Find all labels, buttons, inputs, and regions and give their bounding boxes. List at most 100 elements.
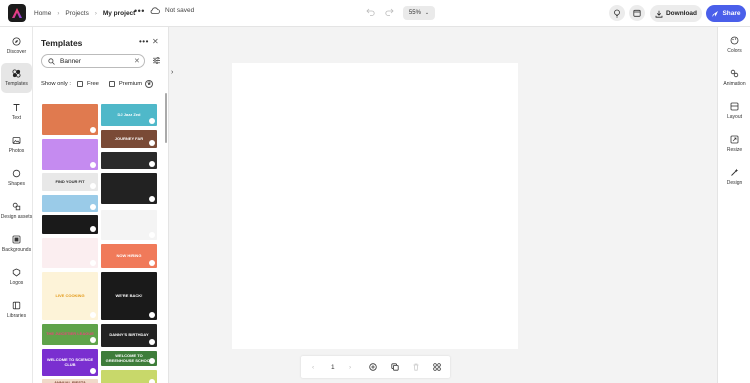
cloud-icon (150, 7, 160, 14)
rail-item-photos[interactable]: Photos (0, 130, 33, 160)
template-thumbnail[interactable] (101, 152, 157, 169)
templates-grid: DJ Jazz Zed JOURNEY FAR FIND YOUR FIT NO… (41, 104, 157, 383)
panel-title: Templates (41, 38, 83, 48)
premium-crown-icon (149, 339, 155, 345)
template-thumbnail[interactable] (101, 210, 157, 240)
premium-crown-icon (149, 358, 155, 364)
resize-icon (730, 135, 739, 144)
more-options-icon[interactable]: ••• (134, 7, 145, 16)
add-page-icon[interactable] (369, 363, 377, 371)
filter-free[interactable]: Free (76, 81, 99, 87)
rail-item-backgrounds[interactable]: Backgrounds (0, 229, 33, 259)
template-thumbnail[interactable] (101, 370, 157, 383)
rail-item-discover[interactable]: Discover (0, 31, 33, 61)
rail-item-templates[interactable]: Templates (1, 63, 32, 93)
premium-crown-icon (90, 127, 96, 133)
save-status-text: Not saved (165, 7, 195, 14)
template-thumbnail[interactable]: FIND YOUR FIT (42, 173, 98, 191)
breadcrumb: Home › Projects › My project (34, 0, 135, 27)
shapes-icon (12, 169, 21, 178)
rail-item-design[interactable]: Design (718, 163, 750, 191)
template-title: DANNY'S BIRTHDAY (109, 332, 149, 338)
rail-item-colors[interactable]: Colors (718, 31, 750, 59)
zoom-select[interactable]: 55% ⌄ (403, 6, 435, 20)
premium-crown-icon (149, 118, 155, 124)
rail-label: Design (726, 180, 743, 186)
rail-item-animation[interactable]: Animation (718, 64, 750, 92)
premium-crown-icon (149, 140, 155, 146)
undo-icon[interactable] (366, 8, 375, 16)
template-thumbnail[interactable]: DANNY'S BIRTHDAY (101, 324, 157, 347)
template-thumbnail[interactable]: LIVE COOKING (42, 272, 98, 320)
show-only-label: Show only : (41, 81, 71, 87)
template-thumbnail[interactable] (42, 195, 98, 212)
rail-item-resize[interactable]: Resize (718, 130, 750, 158)
clear-search-icon[interactable]: ✕ (134, 57, 140, 65)
search-input[interactable]: Banner ✕ (41, 54, 145, 68)
rail-label: Templates (5, 81, 28, 87)
zoom-value: 55% (408, 10, 421, 16)
template-thumbnail[interactable]: THE JUICETIER LEAGUE (42, 324, 98, 345)
collapse-panel-icon[interactable]: › (171, 69, 173, 76)
premium-crown-icon (90, 204, 96, 210)
template-thumbnail[interactable] (42, 139, 98, 170)
panel-more-icon[interactable]: ••• (139, 37, 149, 46)
free-checkbox[interactable] (76, 81, 83, 87)
top-bar: Home › Projects › My project ••• Not sav… (0, 0, 750, 27)
template-thumbnail[interactable] (101, 173, 157, 204)
template-thumbnail[interactable]: WELCOME TO GREENHOUSE SCHOOL (101, 351, 157, 366)
page-navigation-bar: ‹ 1 › (301, 356, 450, 378)
premium-crown-icon (90, 183, 96, 189)
photo-icon (12, 137, 21, 144)
filter-premium[interactable]: Premium ♛ (108, 80, 154, 88)
premium-checkbox[interactable] (108, 81, 115, 87)
rail-item-libraries[interactable]: Libraries (0, 295, 33, 325)
design-canvas[interactable] (232, 63, 518, 349)
filter-settings-icon[interactable] (152, 56, 161, 65)
palette-icon (730, 36, 739, 45)
premium-crown-icon (149, 260, 155, 266)
grid-view-icon[interactable] (433, 363, 441, 371)
template-thumbnail[interactable]: WE'RE BACK! (101, 272, 157, 320)
rail-item-logos[interactable]: Logos (0, 262, 33, 292)
text-icon (13, 104, 20, 111)
template-thumbnail[interactable] (42, 104, 98, 135)
close-icon[interactable]: ✕ (152, 37, 159, 46)
previous-page-icon[interactable]: ‹ (312, 364, 314, 371)
rail-item-shapes[interactable]: Shapes (0, 163, 33, 193)
left-rail: Discover Templates Text Photos Shapes De… (0, 27, 33, 383)
template-thumbnail[interactable] (42, 215, 98, 234)
breadcrumb-projects[interactable]: Projects (65, 10, 88, 17)
share-button[interactable]: Share (706, 5, 746, 22)
download-button[interactable]: Download (650, 5, 702, 22)
template-thumbnail[interactable] (42, 238, 98, 268)
template-title: LIVE COOKING (55, 292, 85, 298)
duplicate-page-icon[interactable] (391, 363, 399, 371)
template-thumbnail[interactable]: WELCOME TO SCIENCE CLUB (42, 349, 98, 376)
template-title: WELCOME TO SCIENCE CLUB (46, 357, 94, 367)
lightbulb-button[interactable] (609, 5, 625, 21)
delete-page-icon[interactable] (412, 363, 420, 371)
template-thumbnail[interactable]: NOW HIRING (101, 244, 157, 268)
template-thumbnail[interactable]: ANNUAL FIESTA (42, 379, 98, 383)
premium-crown-icon (90, 312, 96, 318)
breadcrumb-home[interactable]: Home (34, 10, 51, 17)
template-title: FIND YOUR FIT (55, 178, 85, 184)
next-page-icon[interactable]: › (349, 364, 351, 371)
premium-crown-icon (90, 337, 96, 343)
template-thumbnail[interactable]: DJ Jazz Zed (101, 104, 157, 126)
template-title: DJ Jazz Zed (117, 111, 141, 117)
schedule-button[interactable] (629, 5, 645, 21)
breadcrumb-current-project[interactable]: My project (103, 10, 136, 17)
rail-item-text[interactable]: Text (0, 97, 33, 127)
panel-scrollbar[interactable] (165, 93, 167, 143)
app-logo-icon[interactable] (8, 4, 26, 22)
rail-item-layout[interactable]: Layout (718, 97, 750, 125)
premium-crown-icon (90, 162, 96, 168)
share-icon (712, 10, 719, 17)
filter-label: Premium (118, 81, 143, 87)
rail-item-design-assets[interactable]: Design assets (0, 196, 33, 226)
template-thumbnail[interactable]: JOURNEY FAR (101, 130, 157, 148)
redo-icon[interactable] (385, 8, 394, 16)
premium-crown-icon (149, 232, 155, 238)
